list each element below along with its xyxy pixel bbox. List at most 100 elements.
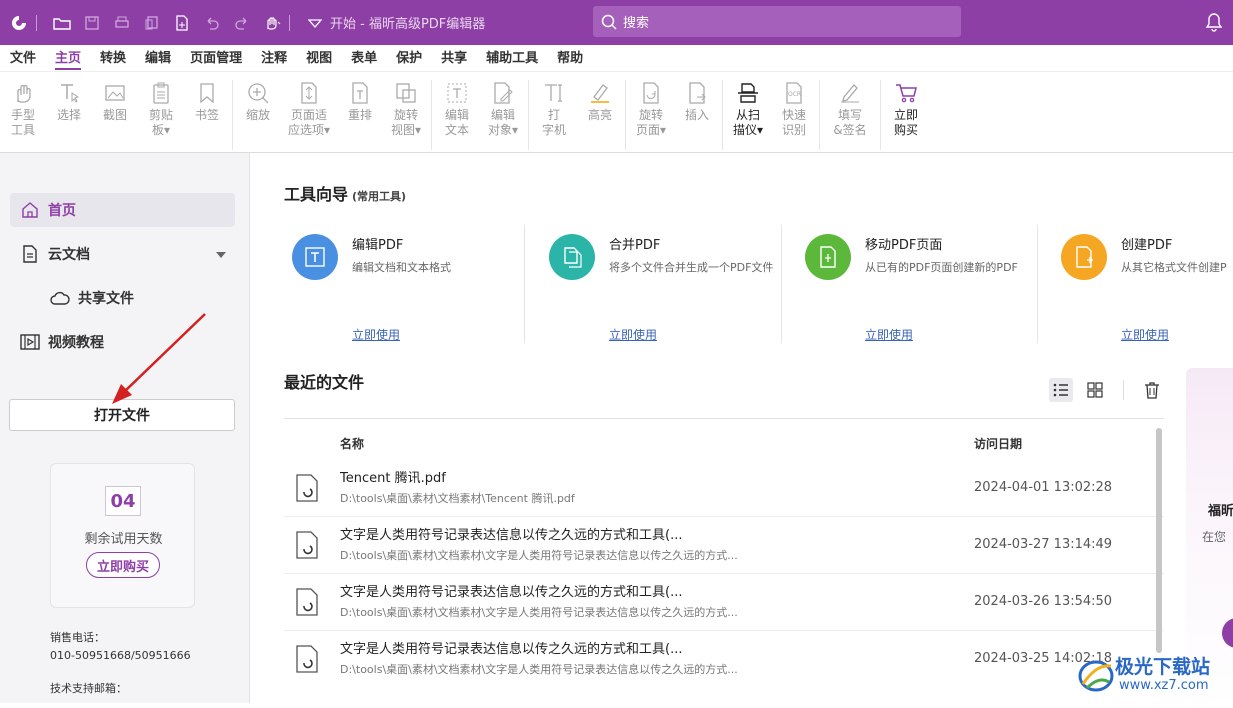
tool-guide-subtitle: (常用工具) <box>352 190 407 203</box>
trash-icon[interactable] <box>1140 378 1164 402</box>
divider <box>880 80 881 150</box>
edit-object-icon <box>490 80 516 106</box>
file-path: D:\tools\桌面\素材\文档素材\文字是人类用符号记录表达信息以传之久远的… <box>340 549 738 562</box>
search-input[interactable]: 搜索 <box>593 6 961 37</box>
create-pdf-icon <box>1061 234 1107 280</box>
edit-pdf-icon <box>292 234 338 280</box>
tool-name: 编辑PDF <box>352 238 404 253</box>
sales-phone: 010-50951668/50951666 <box>50 649 191 662</box>
table-row[interactable]: 文字是人类用符号记录表达信息以传之久远的方式和工具(... D:\tools\桌… <box>284 631 1164 688</box>
tool-card-create-pdf[interactable]: 创建PDF 从其它格式文件创建P 立即使用 <box>1053 222 1233 352</box>
tool-guide-heading: 工具向导 <box>284 185 349 204</box>
move-pages-icon <box>805 234 851 280</box>
tool-description: 将多个文件合并生成一个PDF文件 <box>609 261 774 274</box>
tool-description: 从其它格式文件创建P <box>1121 261 1227 274</box>
edit-object-label: 编辑 对象▾ <box>487 108 519 137</box>
highlight-button[interactable]: 高亮 <box>581 80 619 123</box>
hand-tool-icon[interactable] <box>261 12 283 34</box>
highlight-label: 高亮 <box>587 108 612 122</box>
trial-days-count: 04 <box>105 486 141 516</box>
tool-name: 创建PDF <box>1121 238 1173 253</box>
tool-name: 移动PDF页面 <box>865 238 943 253</box>
insert-page-icon <box>684 80 710 106</box>
chevron-down-icon[interactable] <box>304 12 326 34</box>
fit-page-icon <box>296 80 322 106</box>
table-row[interactable]: 文字是人类用符号记录表达信息以传之久远的方式和工具(... D:\tools\桌… <box>284 574 1164 631</box>
window-title: 开始 - 福昕高级PDF编辑器 <box>330 17 486 32</box>
search-icon <box>601 14 617 30</box>
cart-icon <box>893 80 919 106</box>
tool-card-move-pages[interactable]: 移动PDF页面 从已有的PDF页面创建新的PDF 立即使用 <box>797 222 1054 352</box>
divider <box>431 80 432 150</box>
table-row[interactable]: 文字是人类用符号记录表达信息以传之久远的方式和工具(... D:\tools\桌… <box>284 517 1164 574</box>
edit-text-button[interactable]: 编辑 文本 <box>438 80 476 138</box>
scrollbar[interactable] <box>1156 428 1162 653</box>
typewriter-button[interactable]: 打 字机 <box>535 80 573 138</box>
pdf-file-icon <box>296 645 318 673</box>
buy-now-button[interactable]: 立即购买 <box>86 552 160 578</box>
fit-page-label: 页面适 应选项▾ <box>287 108 331 137</box>
buy-now-ribbon-button[interactable]: 立即 购买 <box>887 80 925 138</box>
file-date: 2024-04-01 13:02:28 <box>974 480 1113 495</box>
divider <box>289 14 290 31</box>
annotation-arrow <box>112 313 206 404</box>
ocr-icon: OCR <box>781 80 807 106</box>
menu-comment[interactable]: 注释 <box>251 45 296 72</box>
pdf-file-icon <box>296 531 318 559</box>
scanner-icon <box>735 80 761 106</box>
use-now-link[interactable]: 立即使用 <box>609 326 657 343</box>
fill-sign-button[interactable]: 填写 &签名 <box>826 80 874 138</box>
search-placeholder: 搜索 <box>623 16 650 31</box>
use-now-link[interactable]: 立即使用 <box>1121 326 1169 343</box>
list-view-icon[interactable] <box>1049 378 1073 402</box>
menu-form[interactable]: 表单 <box>341 45 386 72</box>
from-scanner-label: 从扫 描仪▾ <box>732 108 764 137</box>
sales-info: 销售电话： 010-50951668/50951666 <box>50 629 191 665</box>
tool-description: 从已有的PDF页面创建新的PDF <box>865 261 1018 274</box>
grid-view-icon[interactable] <box>1083 378 1107 402</box>
reflow-button[interactable]: 重排 <box>341 80 379 123</box>
rotate-view-button[interactable]: 旋转 视图▾ <box>387 80 425 138</box>
promo-button[interactable] <box>1222 618 1233 648</box>
svg-text:OCR: OCR <box>788 91 801 98</box>
menu-share[interactable]: 共享 <box>431 45 476 72</box>
divider <box>625 80 626 150</box>
menu-help[interactable]: 帮助 <box>547 45 592 72</box>
rotate-view-label: 旋转 视图▾ <box>390 108 422 137</box>
file-name: 文字是人类用符号记录表达信息以传之久远的方式和工具(... <box>340 642 683 657</box>
use-now-link[interactable]: 立即使用 <box>352 326 400 343</box>
divider <box>722 80 723 150</box>
tool-card-merge-pdf[interactable]: 合并PDF 将多个文件合并生成一个PDF文件 立即使用 <box>541 222 798 352</box>
quick-ocr-button[interactable]: OCR 快速 识别 <box>775 80 813 138</box>
bell-icon[interactable] <box>1205 12 1225 32</box>
menu-accessibility[interactable]: 辅助工具 <box>476 45 547 72</box>
file-name: Tencent 腾讯.pdf <box>340 471 446 486</box>
tool-name: 合并PDF <box>609 238 661 253</box>
highlighter-icon <box>587 80 613 106</box>
watermark-title: 极光下载站 <box>1115 656 1211 678</box>
pdf-file-icon <box>296 474 318 502</box>
tool-card-edit-pdf[interactable]: 编辑PDF 编辑文档和文本格式 立即使用 <box>284 222 541 352</box>
fit-page-button[interactable]: 页面适 应选项▾ <box>285 80 333 138</box>
divider <box>528 80 529 150</box>
column-date-header: 访问日期 <box>974 437 1023 451</box>
pen-icon <box>837 80 863 106</box>
file-name: 文字是人类用符号记录表达信息以传之久远的方式和工具(... <box>340 528 683 543</box>
rotate-page-label: 旋转 页面▾ <box>635 108 667 137</box>
edit-object-button[interactable]: 编辑 对象▾ <box>484 80 522 138</box>
sales-label: 销售电话： <box>50 631 105 644</box>
table-row[interactable]: Tencent 腾讯.pdf D:\tools\桌面\素材\文档素材\Tence… <box>284 460 1164 517</box>
divider <box>1123 380 1124 400</box>
divider <box>1037 225 1038 343</box>
menu-view[interactable]: 视图 <box>296 45 341 72</box>
insert-button[interactable]: 插入 <box>678 80 716 123</box>
rotate-page-button[interactable]: 旋转 页面▾ <box>632 80 670 138</box>
watermark: 极光下载站 www.xz7.com <box>1075 650 1230 700</box>
from-scanner-button[interactable]: 从扫 描仪▾ <box>729 80 767 138</box>
file-path: D:\tools\桌面\素材\文档素材\文字是人类用符号记录表达信息以传之久远的… <box>340 606 738 619</box>
use-now-link[interactable]: 立即使用 <box>865 326 913 343</box>
column-name-header: 名称 <box>340 437 365 451</box>
tool-guide-title: 工具向导 (常用工具) <box>284 181 406 205</box>
menu-protect[interactable]: 保护 <box>386 45 431 72</box>
support-email-label: 技术支持邮箱： <box>50 682 127 695</box>
